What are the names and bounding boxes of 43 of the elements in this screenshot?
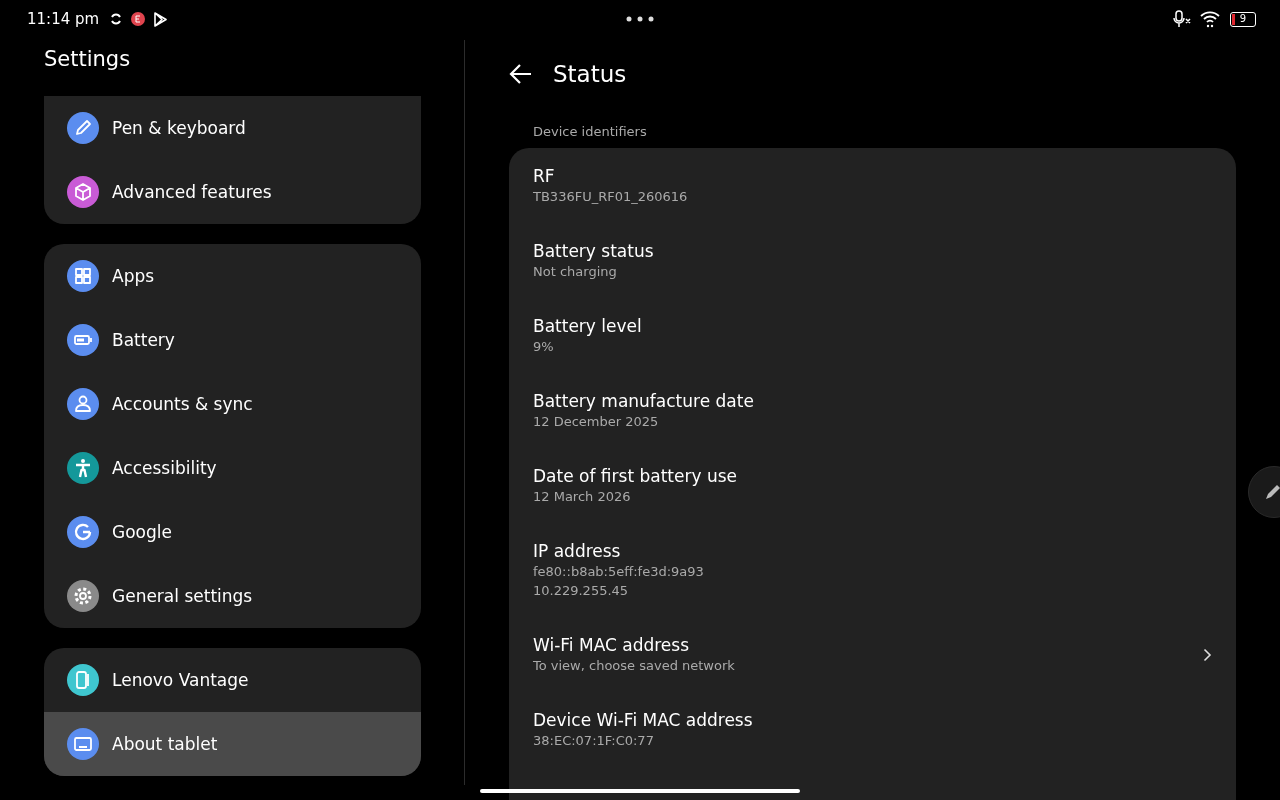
sidebar-item[interactable]: Lenovo Vantage (44, 648, 421, 712)
row-value: fe80::b8ab:5eff:fe3d:9a93 (533, 563, 705, 581)
back-button[interactable] (509, 63, 533, 85)
row-value: 38:EC:07:1F:C0:77 (533, 732, 655, 750)
row-title: Date of first battery use (533, 465, 738, 487)
row-value: To view, choose saved network (533, 657, 736, 675)
sidebar-item[interactable]: Accounts & sync (44, 372, 421, 436)
sidebar-item[interactable]: Accessibility (44, 436, 421, 500)
sidebar-item[interactable]: Advanced features (44, 160, 421, 224)
page-title: Status (553, 61, 627, 87)
sidebar-item[interactable]: Apps (44, 244, 421, 308)
row-title: Battery level (533, 315, 643, 337)
sidebar-item[interactable]: Pen & keyboard (44, 96, 421, 160)
clock-time: 11:14 pm (27, 10, 100, 28)
sidebar-item[interactable]: Google (44, 500, 421, 564)
row-value: Not charging (533, 263, 618, 281)
pen-icon (1263, 482, 1280, 502)
row-title: Wi-Fi MAC address (533, 634, 691, 656)
sidebar-item[interactable]: General settings (44, 564, 421, 628)
microphone-muted-icon (1172, 10, 1192, 28)
more-dots-icon (626, 16, 654, 22)
row-title: RF (533, 165, 556, 187)
sidebar-item[interactable]: About tablet (44, 712, 421, 776)
wifi-icon (1200, 10, 1220, 28)
row-title: IP address (533, 540, 622, 562)
row-value: 12 December 2025 (533, 413, 660, 431)
settings-title: Settings (44, 46, 132, 73)
status-link-row[interactable]: Wi-Fi MAC address To view, choose saved network (509, 617, 1236, 692)
chevron-right-icon (1203, 647, 1212, 662)
notification-badge-icon (131, 12, 146, 26)
section-label: Device identifiers (532, 123, 648, 141)
row-title: Battery manufacture date (533, 390, 755, 412)
row-value: 12 March 2026 (533, 488, 632, 506)
row-value: TB336FU_RF01_260616 (533, 188, 689, 206)
sync-icon (109, 12, 124, 26)
battery-indicator: 9 (1230, 11, 1256, 27)
row-value: 9% (533, 338, 555, 356)
play-icon (153, 11, 168, 27)
sidebar-item[interactable]: Battery (44, 308, 421, 372)
back-arrow-icon (509, 63, 533, 85)
row-value: 10.229.255.45 (533, 582, 630, 600)
row-title: Battery status (533, 240, 655, 262)
row-title: Device Wi-Fi MAC address (533, 709, 754, 731)
